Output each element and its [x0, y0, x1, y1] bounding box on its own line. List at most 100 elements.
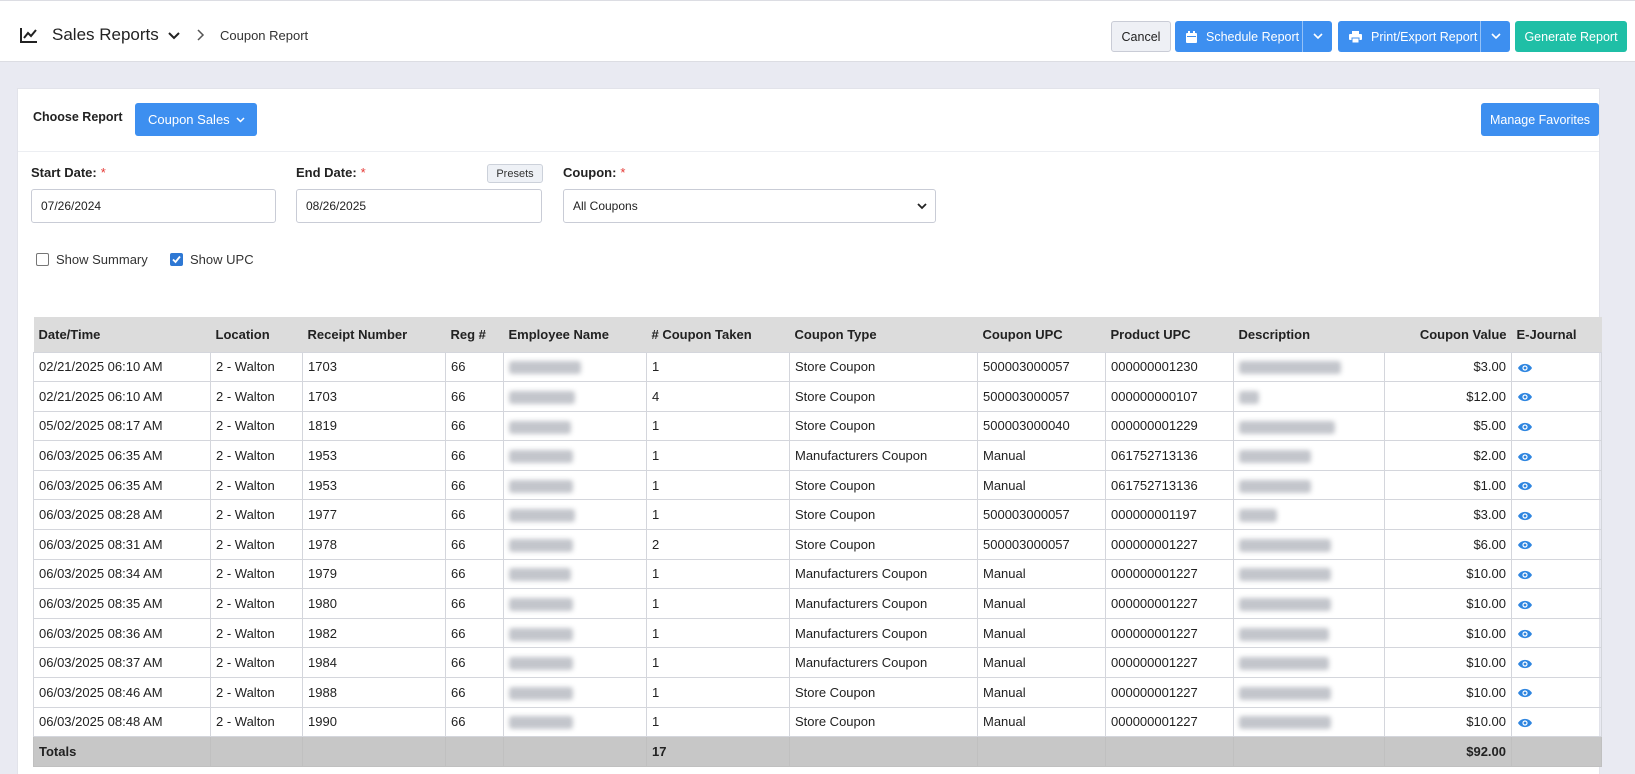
coupon-taken-cell: 2 [646, 529, 790, 560]
eye-icon[interactable] [1517, 391, 1533, 403]
schedule-report-dropdown[interactable] [1302, 21, 1332, 52]
employee-name-cell [503, 410, 647, 442]
report-select-dropdown[interactable]: Coupon Sales [135, 103, 257, 136]
coupon-value-cell: $10.00 [1384, 647, 1512, 679]
coupon-upc-cell: Manual [977, 706, 1106, 738]
col-coupon-type[interactable]: Coupon Type [789, 317, 978, 352]
page-title[interactable]: Sales Reports [52, 25, 159, 45]
eye-icon[interactable] [1517, 628, 1533, 640]
eye-icon[interactable] [1517, 451, 1533, 463]
eye-icon[interactable] [1517, 362, 1533, 374]
show-summary-checkbox[interactable] [36, 253, 49, 266]
date-time-cell: 06/03/2025 06:35 AM [33, 469, 211, 501]
col-employee-name[interactable]: Employee Name [503, 317, 647, 352]
show-upc-label[interactable]: Show UPC [190, 252, 254, 267]
date-time-cell: 02/21/2025 06:10 AM [33, 351, 211, 383]
receipt-number-cell: 1978 [302, 529, 446, 560]
end-date-input[interactable]: 08/26/2025 [296, 189, 542, 223]
report-select-label: Coupon Sales [148, 112, 230, 127]
eye-icon[interactable] [1517, 569, 1533, 581]
coupon-upc-cell: Manual [977, 677, 1106, 708]
col-product-upc[interactable]: Product UPC [1105, 317, 1234, 352]
eye-icon[interactable] [1517, 658, 1533, 670]
coupon-upc-cell: Manual [977, 469, 1106, 501]
redacted-text [1239, 509, 1277, 523]
report-card: Choose Report Coupon Sales Manage Favori… [17, 88, 1602, 774]
required-mark: * [360, 165, 366, 180]
start-date-input[interactable]: 07/26/2024 [31, 189, 276, 223]
print-export-button[interactable]: Print/Export Report [1338, 21, 1510, 52]
coupon-type-cell: Store Coupon [789, 529, 978, 560]
coupon-value-cell: $10.00 [1384, 588, 1512, 619]
manage-favorites-button[interactable]: Manage Favorites [1481, 103, 1599, 136]
coupon-upc-cell: 500003000040 [977, 410, 1106, 442]
manage-favorites-label: Manage Favorites [1489, 112, 1591, 127]
eye-icon[interactable] [1517, 717, 1533, 729]
presets-button[interactable]: Presets [487, 164, 543, 183]
totals-empty-cell [210, 736, 303, 767]
col-e-journal[interactable]: E-Journal [1511, 317, 1602, 352]
show-upc-checkbox[interactable] [170, 253, 183, 266]
generate-report-button[interactable]: Generate Report [1515, 21, 1627, 52]
redacted-text [509, 657, 573, 671]
product-upc-cell: 000000001227 [1105, 706, 1234, 738]
eye-icon[interactable] [1517, 539, 1533, 551]
description-cell [1233, 381, 1385, 412]
coupon-type-cell: Manufacturers Coupon [789, 588, 978, 619]
coupon-upc-cell: Manual [977, 617, 1106, 649]
show-summary-label[interactable]: Show Summary [56, 252, 148, 267]
date-time-cell: 05/02/2025 08:17 AM [33, 410, 211, 442]
col-coupon-taken[interactable]: # Coupon Taken [646, 317, 790, 352]
reg-cell: 66 [445, 617, 504, 649]
reg-cell: 66 [445, 558, 504, 590]
printer-icon [1349, 30, 1362, 43]
product-upc-cell: 000000001227 [1105, 529, 1234, 560]
table-row: 06/03/2025 08:46 AM 2 - Walton 1988 66 1 Stor… [33, 677, 1602, 708]
coupon-select[interactable]: All Coupons [563, 189, 936, 223]
totals-empty-cell [977, 736, 1106, 767]
eye-icon[interactable] [1517, 480, 1533, 492]
table-row: 02/21/2025 06:10 AM 2 - Walton 1703 66 1 Stor… [33, 351, 1602, 383]
e-journal-cell [1511, 351, 1602, 383]
col-description[interactable]: Description [1233, 317, 1385, 352]
coupon-taken-cell: 1 [646, 469, 790, 501]
date-time-cell: 06/03/2025 08:31 AM [33, 529, 211, 560]
product-upc-cell: 000000001227 [1105, 677, 1234, 708]
product-upc-cell: 000000001227 [1105, 558, 1234, 590]
eye-icon[interactable] [1517, 510, 1533, 522]
e-journal-cell [1511, 617, 1602, 649]
table-row: 05/02/2025 08:17 AM 2 - Walton 1819 66 1 Stor… [33, 410, 1602, 442]
table-row: 06/03/2025 08:31 AM 2 - Walton 1978 66 2 Stor… [33, 529, 1602, 560]
redacted-text [509, 390, 575, 404]
col-reg[interactable]: Reg # [445, 317, 504, 352]
description-cell [1233, 410, 1385, 442]
coupon-taken-cell: 1 [646, 588, 790, 619]
col-location[interactable]: Location [210, 317, 303, 352]
employee-name-cell [503, 529, 647, 560]
eye-icon[interactable] [1517, 421, 1533, 433]
eye-icon[interactable] [1517, 687, 1533, 699]
description-cell [1233, 469, 1385, 501]
schedule-report-button[interactable]: Schedule Report [1175, 21, 1332, 52]
redacted-text [1239, 598, 1331, 612]
coupon-value-cell: $3.00 [1384, 499, 1512, 531]
col-date-time[interactable]: Date/Time [33, 317, 211, 352]
employee-name-cell [503, 381, 647, 412]
coupon-type-cell: Manufacturers Coupon [789, 647, 978, 679]
chevron-down-icon [1490, 33, 1501, 40]
chevron-down-icon [917, 203, 927, 210]
location-cell: 2 - Walton [210, 706, 303, 738]
location-cell: 2 - Walton [210, 588, 303, 619]
cancel-button[interactable]: Cancel [1111, 21, 1171, 52]
eye-icon[interactable] [1517, 599, 1533, 611]
line-chart-icon [20, 28, 37, 43]
redacted-text [509, 361, 581, 375]
col-coupon-upc[interactable]: Coupon UPC [977, 317, 1106, 352]
col-coupon-value[interactable]: Coupon Value [1384, 317, 1512, 352]
col-receipt-number[interactable]: Receipt Number [302, 317, 446, 352]
location-cell: 2 - Walton [210, 410, 303, 442]
end-date-label: End Date: * [296, 165, 366, 180]
chevron-down-icon[interactable] [167, 31, 181, 41]
coupon-upc-cell: Manual [977, 647, 1106, 679]
print-export-dropdown[interactable] [1480, 21, 1510, 52]
